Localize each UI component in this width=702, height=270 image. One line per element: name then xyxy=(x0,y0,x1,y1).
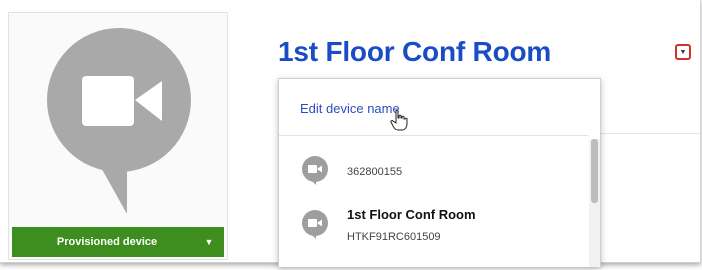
edit-device-name-link[interactable]: Edit device name xyxy=(300,101,400,116)
status-label: Provisioned device xyxy=(56,236,158,248)
chevron-down-icon: ▼ xyxy=(679,48,687,56)
provisioned-device-dropdown[interactable]: Provisioned device ▼ xyxy=(12,227,224,257)
device-panel: Provisioned device ▼ 1st Floor Conf Room… xyxy=(0,0,701,267)
scrollbar-thumb[interactable] xyxy=(591,139,598,203)
video-chat-icon xyxy=(302,210,328,239)
device-id[interactable]: 362800155 xyxy=(347,166,402,178)
menu-separator xyxy=(279,135,588,136)
device-dropdown-menu: Edit device name 362800155 1st Floor Con… xyxy=(278,78,601,267)
device-card: Provisioned device ▼ xyxy=(8,12,228,260)
hand-pointer-icon xyxy=(390,109,408,131)
video-chat-icon xyxy=(302,156,328,185)
menu-scrollbar[interactable] xyxy=(589,139,600,267)
device-name[interactable]: 1st Floor Conf Room xyxy=(347,207,476,222)
title-dropdown-button[interactable]: ▼ xyxy=(675,44,691,60)
video-camera-chat-bubble-icon xyxy=(47,28,191,213)
device-serial: HTKF91RC601509 xyxy=(347,231,441,243)
chevron-down-icon: ▼ xyxy=(204,237,214,247)
page-title: 1st Floor Conf Room xyxy=(278,36,552,67)
